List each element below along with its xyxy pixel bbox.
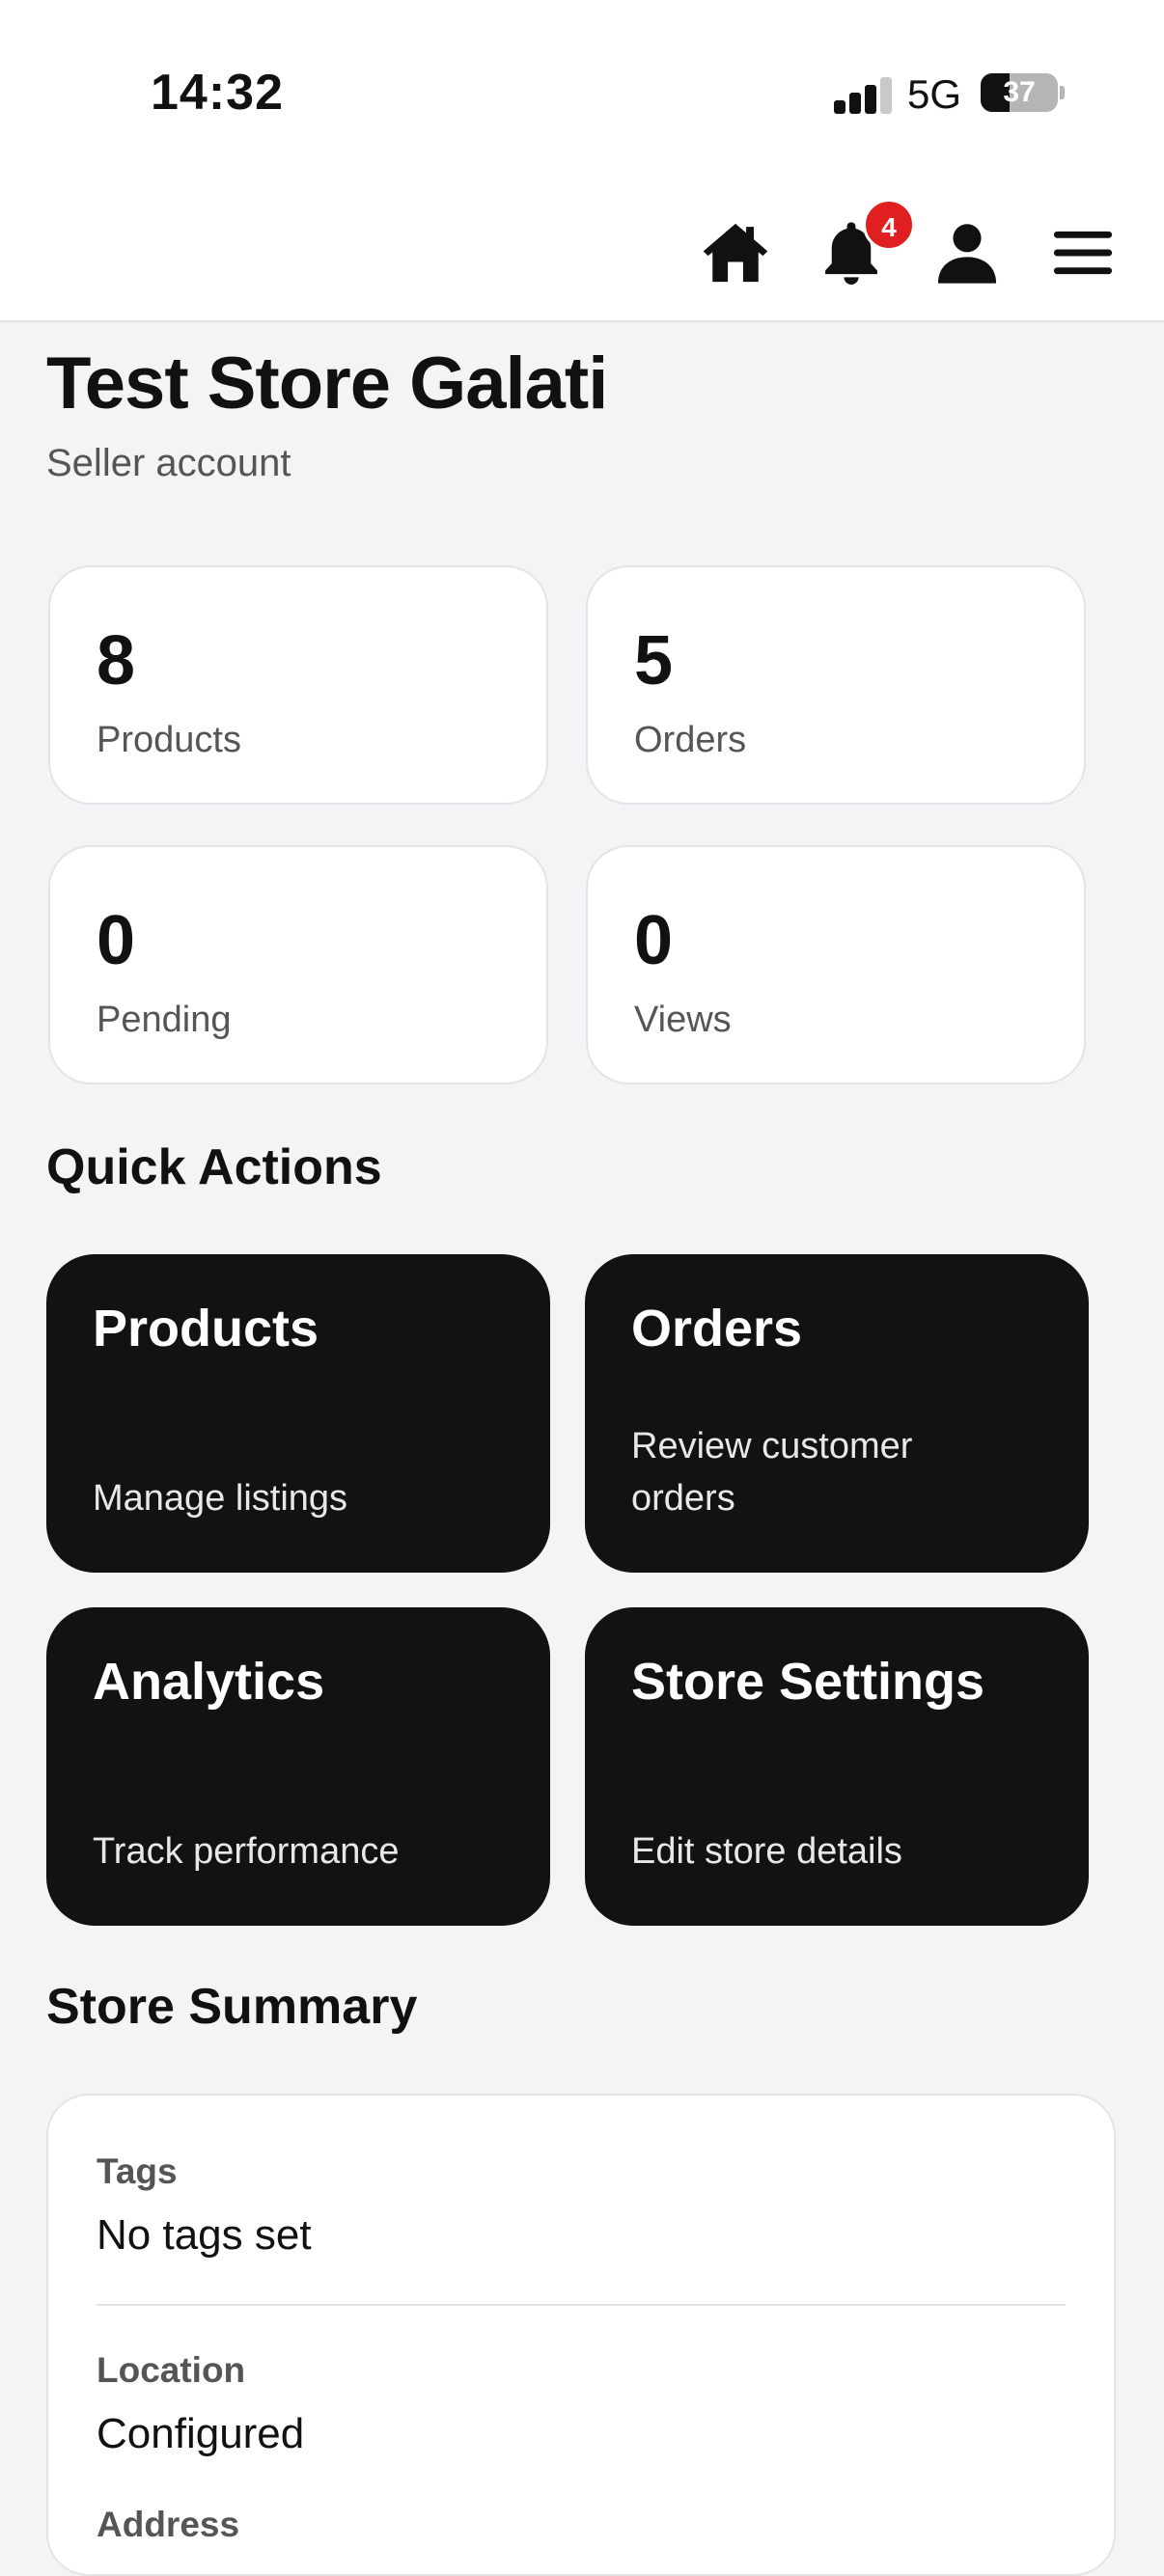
summary-value-tags: No tags set: [97, 2211, 312, 2259]
status-time: 14:32: [151, 65, 284, 121]
store-summary-heading: Store Summary: [46, 1979, 418, 2035]
menu-icon[interactable]: [1046, 216, 1120, 289]
quick-actions-heading: Quick Actions: [46, 1139, 382, 1195]
battery-icon: 37: [981, 73, 1058, 112]
stat-label: Products: [97, 720, 241, 760]
action-title: Analytics: [93, 1653, 325, 1711]
action-title: Products: [93, 1300, 319, 1357]
action-title: Orders: [631, 1300, 803, 1357]
home-icon[interactable]: [699, 216, 772, 289]
action-title: Store Settings: [631, 1653, 985, 1711]
stat-card-pending: 0 Pending: [48, 845, 548, 1084]
battery-percentage: 37: [1003, 76, 1036, 108]
action-card-analytics[interactable]: Analytics Track performance: [46, 1607, 550, 1926]
stat-card-views: 0 Views: [586, 845, 1086, 1084]
action-description: Review customer orders: [631, 1426, 913, 1519]
top-navigation: [0, 183, 1164, 322]
action-description: Edit store details: [631, 1831, 902, 1872]
page-title: Test Store Galati: [46, 343, 608, 425]
stat-value: 0: [97, 902, 136, 979]
summary-label-location: Location: [97, 2350, 246, 2390]
stat-value: 8: [97, 622, 136, 699]
status-bar: 14:32 5G 37: [0, 0, 1164, 183]
stat-value: 5: [634, 622, 674, 699]
network-type: 5G: [907, 71, 962, 117]
summary-divider: [97, 2304, 1066, 2306]
page-subtitle: Seller account: [46, 442, 291, 484]
action-card-store-settings[interactable]: Store Settings Edit store details: [585, 1607, 1089, 1926]
battery-tip: [1060, 86, 1065, 99]
notification-count-badge: 4: [863, 199, 915, 251]
stat-label: Orders: [634, 720, 747, 760]
action-description: Manage listings: [93, 1478, 348, 1519]
stat-card-orders: 5 Orders: [586, 565, 1086, 805]
stat-value: 0: [634, 902, 674, 979]
action-card-products[interactable]: Products Manage listings: [46, 1254, 550, 1573]
summary-value-location: Configured: [97, 2410, 305, 2457]
store-summary-card: Tags No tags set Location Configured Add…: [46, 2094, 1116, 2576]
summary-label-address: Address: [97, 2505, 240, 2544]
action-card-orders[interactable]: Orders Review customer orders: [585, 1254, 1089, 1573]
stat-label: Views: [634, 1000, 732, 1040]
user-icon[interactable]: [930, 216, 1004, 289]
stat-card-products: 8 Products: [48, 565, 548, 805]
stat-label: Pending: [97, 1000, 232, 1040]
cellular-signal-icon: [834, 77, 892, 114]
summary-label-tags: Tags: [97, 2151, 178, 2191]
action-description: Track performance: [93, 1831, 400, 1872]
